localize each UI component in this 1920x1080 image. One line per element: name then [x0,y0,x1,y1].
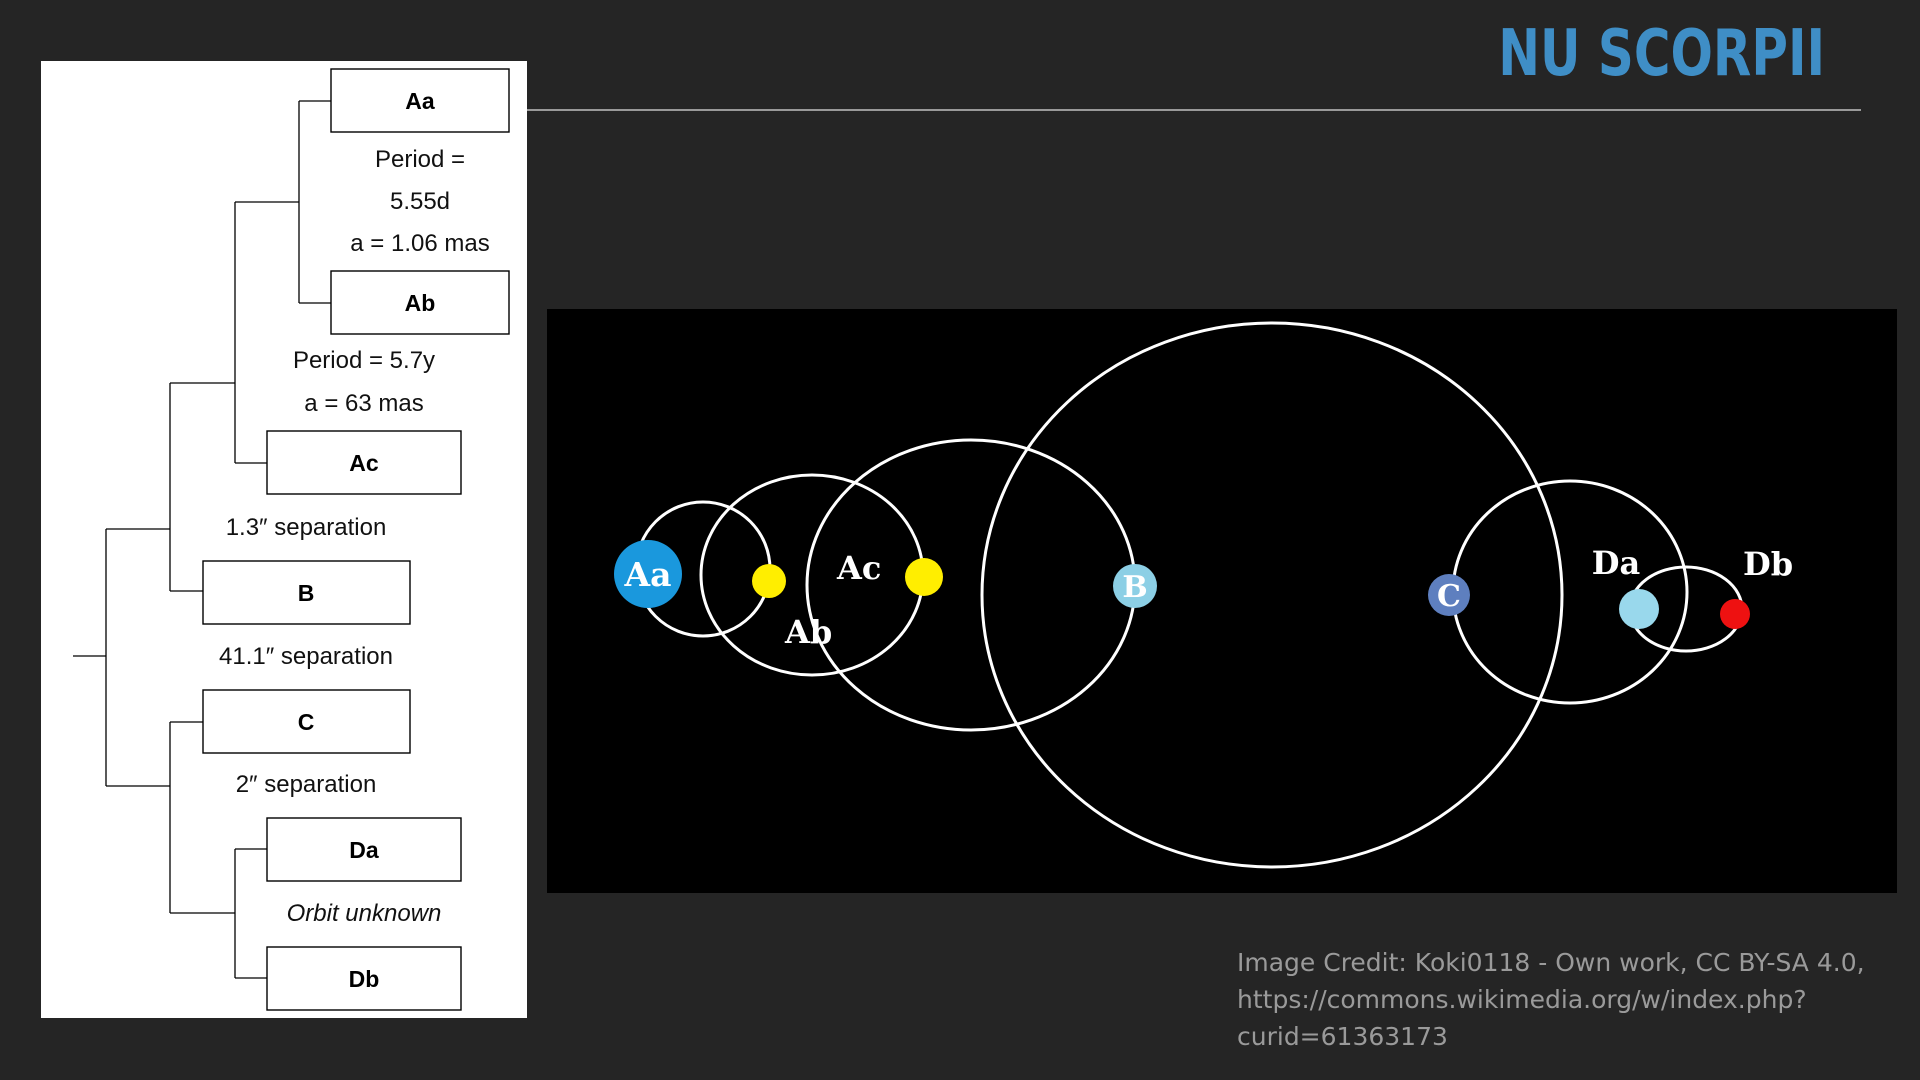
star-ac-label: Ac [836,549,881,587]
connector-a-b [169,382,235,592]
a-ac-period: Period = 5.7y [293,347,435,374]
star-b-label: B [1122,570,1147,605]
star-aa-label: Aa [624,555,672,594]
star-db [1720,599,1750,629]
orbit-diagram-svg: Aa Ab Ac B C Da Db [614,321,1793,869]
star-box-label: Ac [349,450,379,476]
star-ab-label: Ab [784,613,832,651]
image-credit: Image Credit: Koki0118 - Own work, CC BY… [1237,944,1897,1055]
star-box-da: Da [266,817,462,882]
star-box-label: Ab [405,290,436,316]
star-box-label: C [298,709,315,735]
credit-line-3: curid=61363173 [1237,1022,1448,1051]
star-box-label: B [298,580,315,606]
aa-ab-period-value: 5.55d [390,188,450,215]
a-b-separation: 1.3″ separation [226,514,387,541]
star-b: B [1113,564,1157,608]
star-box-aa: Aa [330,68,510,133]
star-box-label: Aa [405,88,435,114]
connector-ab-c [105,528,170,787]
aa-ab-period-label: Period = [375,146,465,173]
star-c: C [1428,574,1470,616]
hierarchy-panel: Aa Ab Ac B C Da Db Period = 5.55d a = 1.… [41,61,527,1018]
star-ac [905,558,943,596]
ab-c-separation: 41.1″ separation [219,643,393,670]
star-ab [752,564,786,598]
orbit-ab-c [980,321,1564,869]
star-box-b: B [202,560,411,625]
d-orbit-unknown: Orbit unknown [287,900,442,927]
credit-line-2: https://commons.wikimedia.org/w/index.ph… [1237,985,1807,1014]
star-aa: Aa [614,540,682,608]
star-box-ab: Ab [330,270,510,335]
connector-a-ac [234,201,299,464]
title-rule [527,109,1861,111]
star-db-label: Db [1743,545,1793,583]
star-box-label: Db [349,966,380,992]
a-ac-semi-major-axis: a = 63 mas [304,390,423,417]
star-box-ac: Ac [266,430,462,495]
star-box-c: C [202,689,411,754]
hierarchy-tree: Aa Ab Ac B C Da Db Period = 5.55d a = 1.… [73,68,510,1011]
aa-ab-semi-major-axis: a = 1.06 mas [350,230,489,257]
star-box-db: Db [266,946,462,1011]
star-c-label: C [1437,579,1461,614]
connector-da-db [234,848,267,979]
star-da [1619,589,1659,629]
star-box-label: Da [349,837,379,863]
slide-title: NU SCORPII [1498,17,1825,91]
orbit-c-d [1451,479,1689,705]
connector-aa-ab [298,100,331,304]
orbit-diagram: Aa Ab Ac B C Da Db [547,309,1897,893]
c-d-separation: 2″ separation [236,771,377,798]
credit-line-1: Image Credit: Koki0118 - Own work, CC BY… [1237,948,1865,977]
star-da-label: Da [1592,544,1640,582]
